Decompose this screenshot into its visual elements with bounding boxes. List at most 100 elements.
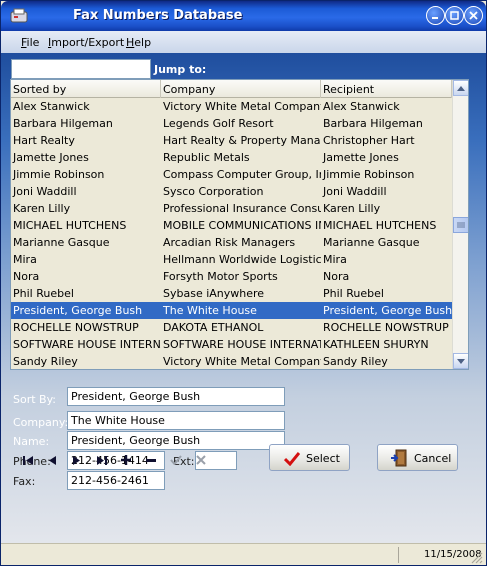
last-record-button[interactable] xyxy=(93,452,111,468)
insert-record-button[interactable] xyxy=(117,452,135,468)
table-row[interactable]: Phil Ruebel Sybase iAnywhere Phil Ruebel xyxy=(11,285,452,302)
arrow-down-icon xyxy=(457,358,465,364)
sort-by-field[interactable]: President, George Bush xyxy=(67,387,285,406)
prior-record-icon xyxy=(48,455,56,465)
table-row[interactable]: Jamette Jones Republic Metals Jamette Jone… xyxy=(11,149,452,166)
sort-by-label: Sort By: xyxy=(13,393,57,406)
grip-lines-icon xyxy=(457,222,465,228)
column-header-sorted-by[interactable]: Sorted by xyxy=(11,80,161,98)
status-bar: 11/15/2008 xyxy=(1,543,486,565)
recipient-cell: MICHAEL HUTCHENS xyxy=(323,219,437,232)
recipient-cell: Jamette Jones xyxy=(323,151,399,164)
scroll-up-button[interactable] xyxy=(453,80,468,96)
fax-numbers-window: Fax Numbers Database File Import/Export … xyxy=(0,0,487,566)
table-row[interactable]: Nora Forsyth Motor Sports Nora xyxy=(11,268,452,285)
sorted-by-cell: Jimmie Robinson xyxy=(13,168,105,181)
cancel-edit-button[interactable] xyxy=(192,452,210,468)
company-cell: Professional Insurance Consultants xyxy=(163,202,321,215)
name-field[interactable]: President, George Bush xyxy=(67,431,285,450)
company-cell: Hart Realty & Property Management xyxy=(163,134,321,147)
fax-label: Fax: xyxy=(13,475,36,488)
table-row[interactable]: Jimmie Robinson Compass Computer Group, I… xyxy=(11,166,452,183)
column-header-recipient[interactable]: Recipient xyxy=(321,80,452,98)
table-row[interactable]: SOFTWARE HOUSE INTERNATIONALSOFTWARE HOU… xyxy=(11,336,452,353)
sorted-by-cell: MICHAEL HUTCHENS xyxy=(13,219,127,232)
recipient-cell: Mira xyxy=(323,253,347,266)
sorted-by-cell: Barbara Hilgeman xyxy=(13,117,113,130)
recipient-cell: Christopher Hart xyxy=(323,134,415,147)
company-cell: Victory White Metal Company - C xyxy=(163,355,321,368)
cancel-button[interactable]: Cancel xyxy=(377,444,458,471)
company-cell: Legends Golf Resort xyxy=(163,117,274,130)
prior-record-button[interactable] xyxy=(43,452,61,468)
recipient-cell: Nora xyxy=(323,270,350,283)
cancel-edit-icon xyxy=(196,455,206,465)
table-row[interactable]: Joni Waddill Sysco Corporation Joni Waddil… xyxy=(11,183,452,200)
scroll-down-button[interactable] xyxy=(453,353,468,369)
recipient-cell: Jimmie Robinson xyxy=(323,168,415,181)
sorted-by-cell: ROCHELLE NOWSTRUP xyxy=(13,321,139,334)
recipient-cell: Sandy Riley xyxy=(323,355,388,368)
first-record-icon xyxy=(23,455,33,465)
table-row[interactable]: Sandy RileyVictory White Metal Company -… xyxy=(11,353,452,369)
table-row[interactable]: Alex Stanwick Victory White Metal Company… xyxy=(11,98,452,115)
recipient-cell: Phil Ruebel xyxy=(323,287,384,300)
jump-to-input[interactable] xyxy=(11,59,151,79)
resize-grip-icon[interactable] xyxy=(471,552,483,564)
grid-scrollbar[interactable] xyxy=(452,80,468,369)
menu-bar: File Import/Export Help xyxy=(1,31,486,53)
status-separator xyxy=(398,547,399,563)
exit-door-icon xyxy=(391,449,407,467)
sorted-by-cell: Mira xyxy=(13,253,37,266)
last-record-icon xyxy=(97,455,107,465)
post-edit-button[interactable] xyxy=(167,452,185,468)
maximize-icon xyxy=(450,11,459,20)
company-cell: DAKOTA ETHANOL xyxy=(163,321,264,334)
recipient-cell: Marianne Gasque xyxy=(323,236,420,249)
sorted-by-cell: Sandy Riley xyxy=(13,355,78,368)
sorted-by-cell: Nora xyxy=(13,270,40,283)
company-cell: Republic Metals xyxy=(163,151,250,164)
sorted-by-cell: Phil Ruebel xyxy=(13,287,74,300)
column-header-company[interactable]: Company xyxy=(161,80,321,98)
menu-help[interactable]: Help xyxy=(126,36,151,49)
company-cell: Compass Computer Group, Inc. xyxy=(163,168,321,181)
scroll-thumb[interactable] xyxy=(453,217,468,233)
select-button[interactable]: Select xyxy=(269,444,350,471)
app-icon[interactable] xyxy=(9,6,29,26)
table-row[interactable]: Mira Hellmann Worldwide Logistics Mira xyxy=(11,251,452,268)
maximize-button[interactable] xyxy=(445,6,464,25)
minimize-icon xyxy=(432,17,438,19)
sorted-by-cell: Hart Realty xyxy=(13,134,75,147)
table-row[interactable]: MICHAEL HUTCHENS MOBILE COMMUNICATIONS IN… xyxy=(11,217,452,234)
close-button[interactable] xyxy=(464,6,483,25)
first-record-button[interactable] xyxy=(19,452,37,468)
menu-import-export[interactable]: Import/Export xyxy=(48,36,124,49)
company-cell: Arcadian Risk Managers xyxy=(163,236,296,249)
menu-file[interactable]: File xyxy=(21,36,39,49)
title-bar[interactable]: Fax Numbers Database xyxy=(1,1,486,31)
delete-record-button[interactable] xyxy=(142,452,160,468)
table-row[interactable]: ROCHELLE NOWSTRUP DAKOTA ETHANOL ROCHELLE … xyxy=(11,319,452,336)
grid-header: Sorted by Company Recipient xyxy=(11,80,452,98)
arrow-up-icon xyxy=(457,85,465,91)
company-cell: MOBILE COMMUNICATIONS INC. xyxy=(163,219,321,232)
name-label: Name: xyxy=(13,435,50,448)
table-row[interactable]: Hart Realty Hart Realty & Property Manage… xyxy=(11,132,452,149)
fax-grid[interactable]: Sorted by Company Recipient Alex Stanwic… xyxy=(10,79,469,370)
minimize-button[interactable] xyxy=(426,6,445,25)
sorted-by-cell: Marianne Gasque xyxy=(13,236,110,249)
company-label: Company: xyxy=(13,416,69,429)
recipient-cell: President, George Bush xyxy=(323,304,452,317)
next-record-button[interactable] xyxy=(67,452,85,468)
table-row[interactable]: Marianne Gasque Arcadian Risk Managers Mar… xyxy=(11,234,452,251)
sorted-by-cell: Joni Waddill xyxy=(13,185,77,198)
table-row[interactable]: Karen LillyProfessional Insurance Consul… xyxy=(11,200,452,217)
table-row[interactable]: Barbara Hilgeman Legends Golf Resort Barba… xyxy=(11,115,452,132)
company-cell: Victory White Metal Company xyxy=(163,100,321,113)
table-row[interactable]: President, George Bush The White House Pre… xyxy=(11,302,452,319)
fax-field[interactable]: 212-456-2461 xyxy=(67,471,165,490)
sorted-by-cell: SOFTWARE HOUSE INTERNATIONAL xyxy=(13,338,161,351)
company-field[interactable]: The White House xyxy=(67,411,285,430)
grid-rows: Alex Stanwick Victory White Metal Company… xyxy=(11,98,452,369)
